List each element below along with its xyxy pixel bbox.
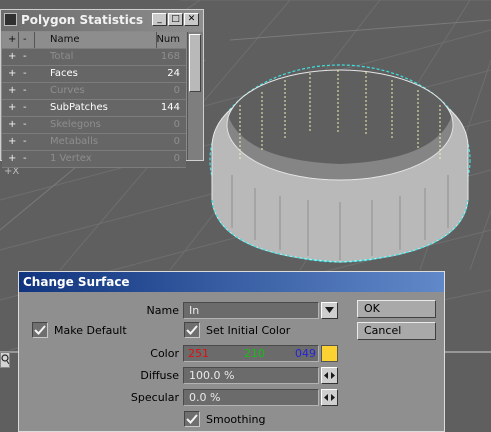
app-icon bbox=[4, 13, 17, 26]
minimize-icon[interactable]: _ bbox=[152, 13, 167, 26]
row-plus[interactable]: + bbox=[8, 136, 16, 147]
color-green-value[interactable]: 210 bbox=[244, 347, 265, 360]
diffuse-label: Diffuse bbox=[140, 369, 179, 382]
row-name: Metaballs bbox=[50, 136, 99, 147]
table-row[interactable]: + - Faces 24 bbox=[2, 66, 186, 83]
table-row[interactable]: + - Total 168 bbox=[2, 49, 186, 66]
dialog-titlebar[interactable]: Change Surface bbox=[19, 272, 444, 292]
row-num: 168 bbox=[160, 51, 180, 62]
cancel-button[interactable]: Cancel bbox=[357, 322, 436, 340]
table-row[interactable]: + - Curves 0 bbox=[2, 83, 186, 100]
set-initial-color-checkbox[interactable] bbox=[184, 322, 200, 338]
row-name: SubPatches bbox=[50, 102, 108, 113]
zoom-tool-icon[interactable] bbox=[0, 352, 10, 368]
row-plus[interactable]: + bbox=[8, 51, 16, 62]
header-name[interactable]: Name bbox=[50, 34, 80, 45]
row-minus[interactable]: - bbox=[23, 68, 27, 79]
row-minus[interactable]: - bbox=[23, 85, 27, 96]
color-blue-value[interactable]: 049 bbox=[295, 347, 316, 360]
row-num: 144 bbox=[160, 102, 180, 113]
name-label: Name bbox=[146, 304, 179, 317]
polygon-statistics-window: Polygon Statistics _ □ ✕ + - Name Num + … bbox=[0, 9, 204, 168]
ok-label: OK bbox=[364, 302, 380, 315]
color-swatch[interactable] bbox=[321, 345, 338, 362]
chevron-down-icon bbox=[325, 307, 334, 313]
table-header: + - Name Num bbox=[2, 32, 186, 49]
row-minus[interactable]: - bbox=[23, 119, 27, 130]
row-name: Faces bbox=[50, 68, 78, 79]
color-label: Color bbox=[150, 347, 179, 360]
dialog-title: Change Surface bbox=[23, 275, 130, 289]
row-plus[interactable]: + bbox=[8, 153, 16, 164]
header-minus[interactable]: - bbox=[23, 34, 27, 45]
row-plus[interactable]: + bbox=[8, 68, 16, 79]
smoothing-checkbox[interactable] bbox=[184, 411, 200, 427]
row-minus[interactable]: - bbox=[23, 51, 27, 62]
smoothing-label: Smoothing bbox=[206, 413, 266, 426]
row-num: 0 bbox=[173, 136, 180, 147]
left-right-arrow-icon bbox=[324, 372, 335, 379]
table-row[interactable]: + - 1 Vertex 0 bbox=[2, 151, 186, 168]
row-minus[interactable]: - bbox=[23, 153, 27, 164]
row-num: 24 bbox=[167, 68, 180, 79]
specular-slider-button[interactable] bbox=[321, 389, 338, 406]
statistics-table: + - Name Num + - Total 168 + - Faces 24 … bbox=[2, 32, 186, 168]
checkmark-icon bbox=[34, 325, 46, 335]
diffuse-slider-button[interactable] bbox=[321, 367, 338, 384]
header-num[interactable]: Num bbox=[156, 34, 180, 45]
row-minus[interactable]: - bbox=[23, 102, 27, 113]
specular-field[interactable]: 0.0 % bbox=[183, 389, 319, 406]
row-num: 0 bbox=[173, 153, 180, 164]
polygon-statistics-titlebar[interactable]: Polygon Statistics _ □ ✕ bbox=[1, 10, 203, 31]
make-default-label: Make Default bbox=[54, 324, 127, 337]
cancel-label: Cancel bbox=[364, 324, 402, 337]
left-right-arrow-icon bbox=[324, 394, 335, 401]
make-default-checkbox[interactable] bbox=[32, 322, 48, 338]
diffuse-field[interactable]: 100.0 % bbox=[183, 367, 319, 384]
surface-name-field[interactable]: In bbox=[183, 302, 319, 319]
diffuse-value: 100.0 % bbox=[189, 369, 235, 382]
color-red-value[interactable]: 251 bbox=[188, 347, 209, 360]
table-row[interactable]: + - SubPatches 144 bbox=[2, 100, 186, 117]
surface-name-value: In bbox=[189, 304, 200, 317]
ok-button[interactable]: OK bbox=[357, 300, 436, 318]
checkmark-icon bbox=[186, 325, 198, 335]
close-icon[interactable]: ✕ bbox=[184, 13, 199, 26]
name-dropdown-button[interactable] bbox=[321, 302, 338, 319]
statistics-scrollbar[interactable] bbox=[187, 32, 203, 160]
change-surface-dialog: Change Surface Name In Make Default Set … bbox=[18, 271, 445, 432]
row-name: Skelegons bbox=[50, 119, 101, 130]
set-initial-color-label: Set Initial Color bbox=[206, 324, 291, 337]
maximize-icon[interactable]: □ bbox=[168, 13, 183, 26]
checkmark-icon bbox=[186, 414, 198, 424]
header-plus[interactable]: + bbox=[8, 34, 16, 45]
row-name: Total bbox=[50, 51, 74, 62]
table-row[interactable]: + - Skelegons 0 bbox=[2, 117, 186, 134]
row-plus[interactable]: + bbox=[8, 102, 16, 113]
row-plus[interactable]: + bbox=[8, 119, 16, 130]
specular-value: 0.0 % bbox=[189, 391, 221, 404]
row-plus[interactable]: + bbox=[8, 85, 16, 96]
row-num: 0 bbox=[173, 119, 180, 130]
specular-label: Specular bbox=[130, 391, 179, 404]
ring-mesh bbox=[209, 64, 471, 263]
window-title: Polygon Statistics bbox=[21, 13, 144, 27]
row-minus[interactable]: - bbox=[23, 136, 27, 147]
color-field[interactable]: 251 210 049 bbox=[183, 345, 319, 362]
row-name: Curves bbox=[50, 85, 85, 96]
row-num: 0 bbox=[173, 85, 180, 96]
row-name: 1 Vertex bbox=[50, 153, 92, 164]
table-row[interactable]: + - Metaballs 0 bbox=[2, 134, 186, 151]
scrollbar-thumb[interactable] bbox=[189, 34, 201, 92]
